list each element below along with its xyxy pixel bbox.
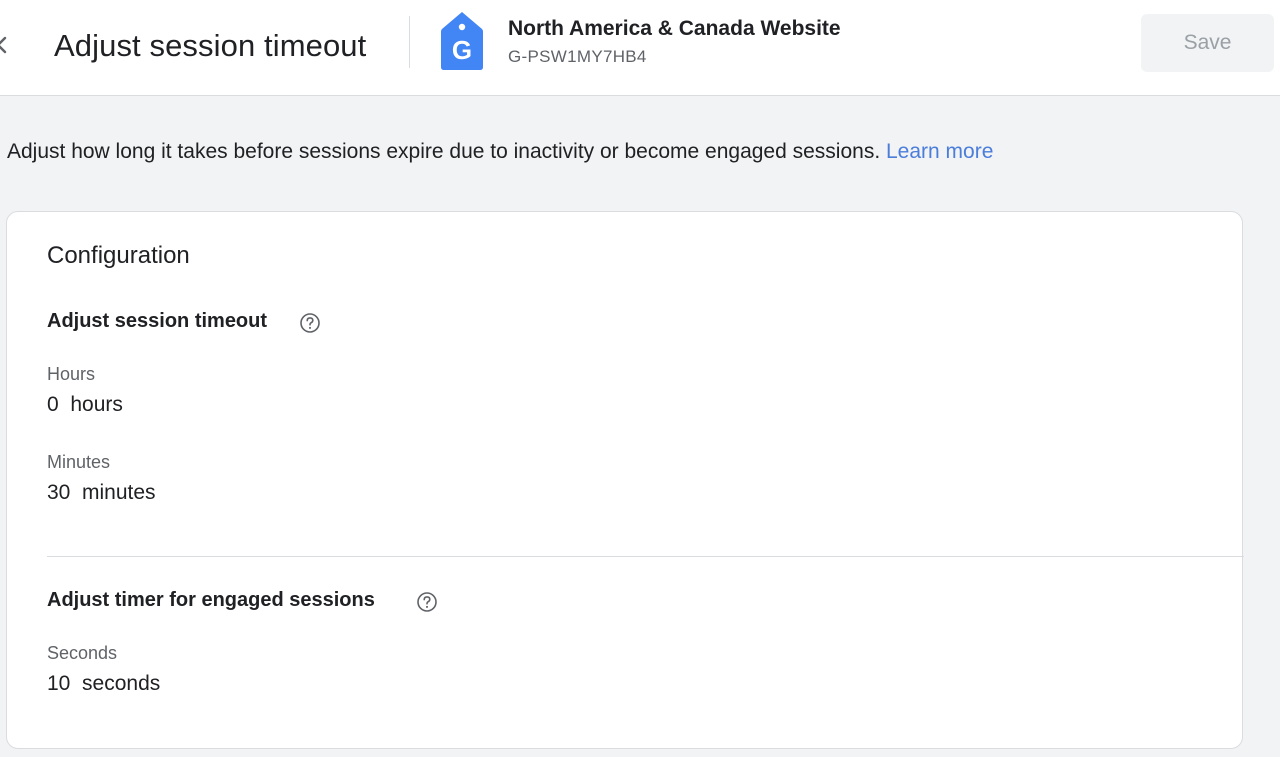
description-text: Adjust how long it takes before sessions…	[7, 140, 886, 163]
minutes-label: Minutes	[47, 452, 111, 472]
minutes-value[interactable]: 30 minutes	[47, 481, 156, 505]
app-header: Adjust session timeout G North America &…	[0, 0, 1280, 96]
learn-more-link[interactable]: Learn more	[886, 140, 993, 163]
section-divider	[47, 556, 1244, 557]
page-description: Adjust how long it takes before sessions…	[7, 140, 993, 164]
property-name: North America & Canada Website	[508, 17, 841, 40]
svg-text:G: G	[452, 35, 472, 65]
page-title: Adjust session timeout	[54, 28, 367, 63]
help-icon[interactable]	[416, 591, 438, 613]
seconds-label: Seconds	[47, 643, 118, 663]
help-icon[interactable]	[299, 312, 321, 334]
hours-label: Hours	[47, 364, 96, 384]
save-button[interactable]: Save	[1141, 14, 1274, 72]
session-timeout-heading: Adjust session timeout	[47, 310, 268, 332]
engaged-sessions-heading: Adjust timer for engaged sessions	[47, 589, 375, 611]
google-analytics-tag-icon: G	[441, 12, 483, 70]
back-arrow-icon[interactable]	[0, 30, 10, 60]
header-divider	[409, 16, 410, 68]
property-id: G-PSW1MY7HB4	[508, 47, 647, 66]
hours-value[interactable]: 0 hours	[47, 393, 123, 417]
seconds-value[interactable]: 10 seconds	[47, 672, 160, 696]
card-title: Configuration	[47, 242, 190, 269]
configuration-card: Configuration Adjust session timeout Hou…	[6, 211, 1244, 749]
